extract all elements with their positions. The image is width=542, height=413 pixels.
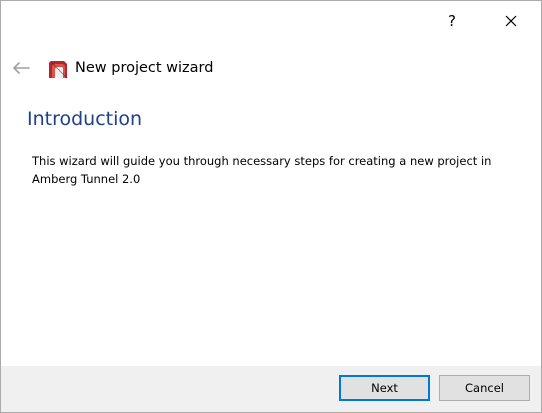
next-button[interactable]: Next [339,375,430,401]
intro-text: This wizard will guide you through neces… [32,154,492,186]
back-arrow-icon [13,62,30,74]
title-bar: ? [1,1,541,41]
back-button[interactable] [9,57,33,79]
help-icon: ? [448,12,456,30]
wizard-dialog: ? New project wizard Introduction This w… [0,0,542,413]
wizard-title: New project wizard [75,60,214,76]
cancel-button[interactable]: Cancel [439,375,530,401]
close-button[interactable] [488,1,534,41]
app-logo-icon [49,61,68,79]
close-icon [505,15,517,27]
help-button[interactable]: ? [429,1,475,41]
wizard-header: New project wizard [1,53,541,85]
page-heading: Introduction [27,108,143,130]
button-bar: Next Cancel [1,366,541,412]
